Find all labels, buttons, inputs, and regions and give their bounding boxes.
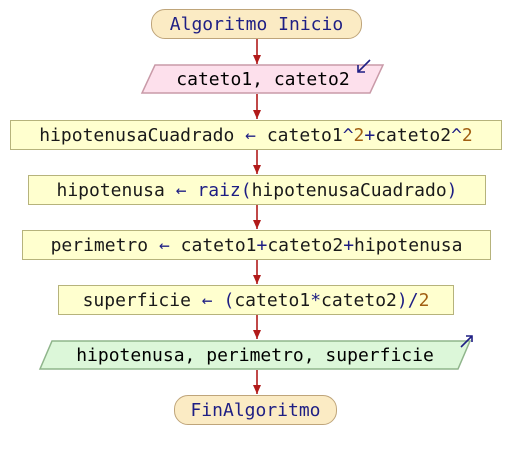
step3-c: hipotenusa [354,234,463,256]
assign-arrow: ← [245,124,256,146]
step4-a: cateto1 [234,289,311,311]
step4-div: / [407,289,419,311]
step1-pow1: ^ [342,124,354,146]
assign-arrow: ← [201,289,213,311]
assign-arrow: ← [158,234,170,256]
step1-b: cateto2 [375,124,452,146]
step4-n: 2 [418,289,430,311]
step1-n1: 2 [353,124,365,146]
step4-b: cateto2 [321,289,397,311]
end-terminal[interactable]: FinAlgoritmo [174,395,337,425]
start-terminal[interactable]: Algoritmo Inicio [151,9,362,39]
start-label: Algoritmo Inicio [169,13,344,35]
step3-plus2: + [343,234,355,256]
process-superficie[interactable]: superficie ← (cateto1 * cateto2)/2 [58,285,454,315]
read-label: cateto1, cateto2 [176,68,350,90]
step2-close: ) [446,179,458,201]
step3-b: cateto2 [267,234,344,256]
write-label: hipotenusa, perimetro, superficie [76,344,434,366]
step3-a: cateto1 [180,234,257,256]
process-hipotenusa-cuadrado[interactable]: hipotenusaCuadrado ← cateto1 ^ 2 + cateto2 ^ 2 [10,120,502,150]
step1-a: cateto1 [266,124,343,146]
step1-target: hipotenusaCuadrado [39,124,235,146]
step2-target: hipotenusa [56,179,165,201]
read-node[interactable]: cateto1, cateto2 [148,65,378,93]
step1-plus: + [364,124,376,146]
step4-times: * [310,289,322,311]
step2-fn: raiz [197,179,241,201]
end-label: FinAlgoritmo [190,399,321,421]
write-node[interactable]: hipotenusa, perimetro, superficie [46,341,464,369]
step4-close: ) [396,289,408,311]
step2-arg: hipotenusaCuadrado [251,179,447,201]
process-hipotenusa[interactable]: hipotenusa ← raiz(hipotenusaCuadrado) [28,175,486,205]
step4-target: superficie [82,289,191,311]
step3-plus1: + [256,234,268,256]
process-perimetro[interactable]: perimetro ← cateto1 + cateto2 + hipotenusa [22,230,491,260]
step1-n2: 2 [461,124,473,146]
step1-pow2: ^ [451,124,462,146]
step3-target: perimetro [50,234,149,256]
step2-open: ( [240,179,252,201]
step4-open: ( [223,289,235,311]
assign-arrow: ← [175,179,187,201]
